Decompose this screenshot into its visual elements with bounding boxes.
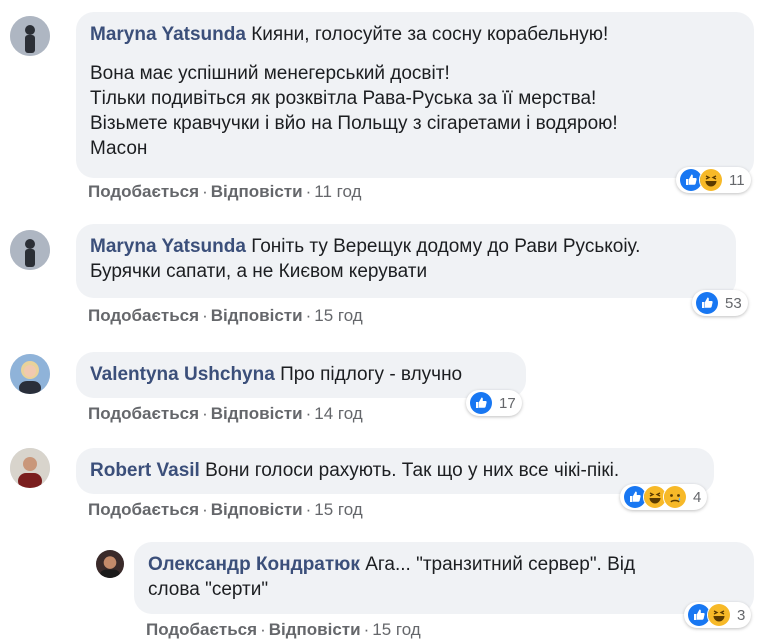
like-link[interactable]: Подобається	[88, 182, 199, 201]
comment-text: Вона має успішний менегерський досвіт! Т…	[90, 63, 618, 159]
like-icon	[695, 291, 719, 315]
timestamp[interactable]: 11 год	[314, 182, 361, 201]
reaction-summary[interactable]: 4	[620, 484, 708, 510]
comment-actions: Подобається · Відповісти · 15 год	[88, 500, 363, 519]
comment-text: Вони голоси рахують. Так що у них все чі…	[205, 460, 620, 481]
like-link[interactable]: Подобається	[88, 306, 199, 325]
sad-icon	[663, 485, 687, 509]
avatar-woman-icon	[10, 354, 50, 394]
reply-link[interactable]: Відповісти	[211, 500, 303, 519]
reaction-count: 3	[737, 606, 746, 624]
comment-bubble: Maryna Yatsunda Кияни, голосуйте за сосн…	[76, 12, 754, 178]
like-link[interactable]: Подобається	[88, 404, 199, 423]
avatar[interactable]	[10, 230, 50, 270]
timestamp[interactable]: 15 год	[372, 620, 420, 639]
reply-link[interactable]: Відповісти	[211, 182, 303, 201]
avatar-man-icon	[10, 448, 50, 488]
comment-bubble: Maryna Yatsunda Гоніть ту Верещук додому…	[76, 224, 736, 298]
avatar[interactable]	[10, 448, 50, 488]
timestamp[interactable]: 15 год	[314, 306, 362, 325]
reply-link[interactable]: Відповісти	[269, 620, 361, 639]
comment-author[interactable]: Maryna Yatsunda	[90, 24, 246, 45]
like-link[interactable]: Подобається	[88, 500, 199, 519]
like-link[interactable]: Подобається	[146, 620, 257, 639]
comment-actions: Подобається · Відповісти · 15 год	[146, 620, 421, 639]
reaction-summary[interactable]: 17	[466, 390, 522, 416]
reaction-count: 11	[729, 171, 745, 189]
comment-author[interactable]: Valentyna Ushchyna	[90, 364, 275, 385]
avatar-person-icon	[96, 550, 124, 578]
reaction-summary[interactable]: 53	[692, 290, 748, 316]
avatar-silhouette-icon	[10, 230, 50, 270]
comment-bubble: Олександр Кондратюк Ага... "транзитний с…	[134, 542, 754, 614]
comment-bubble: Robert Vasil Вони голоси рахують. Так що…	[76, 448, 714, 494]
timestamp[interactable]: 15 год	[314, 500, 362, 519]
comment-bubble: Valentyna Ushchyna Про підлогу - влучно	[76, 352, 526, 398]
reaction-count: 53	[725, 294, 742, 312]
comment-actions: Подобається · Відповісти · 15 год	[88, 306, 363, 325]
comment-author[interactable]: Maryna Yatsunda	[90, 236, 246, 257]
haha-icon	[699, 168, 723, 192]
comment-text-first: Кияни, голосуйте за сосну корабельную!	[251, 24, 609, 45]
reaction-summary[interactable]: 3	[684, 602, 752, 628]
like-icon	[469, 391, 493, 415]
avatar[interactable]	[10, 354, 50, 394]
comment-actions: Подобається · Відповісти · 14 год	[88, 404, 363, 423]
avatar-silhouette-icon	[10, 16, 50, 56]
comment-actions: Подобається · Відповісти · 11 год	[88, 182, 362, 201]
reaction-summary[interactable]: 11	[676, 167, 751, 193]
reply-link[interactable]: Відповісти	[211, 404, 303, 423]
reaction-count: 4	[693, 488, 702, 506]
haha-icon	[707, 603, 731, 627]
comment-author[interactable]: Олександр Кондратюк	[148, 554, 360, 575]
comment-author[interactable]: Robert Vasil	[90, 460, 200, 481]
reply-link[interactable]: Відповісти	[211, 306, 303, 325]
avatar[interactable]	[10, 16, 50, 56]
comment-text: Про підлогу - влучно	[280, 364, 463, 385]
avatar[interactable]	[96, 550, 124, 578]
reaction-count: 17	[499, 394, 516, 412]
timestamp[interactable]: 14 год	[314, 404, 362, 423]
